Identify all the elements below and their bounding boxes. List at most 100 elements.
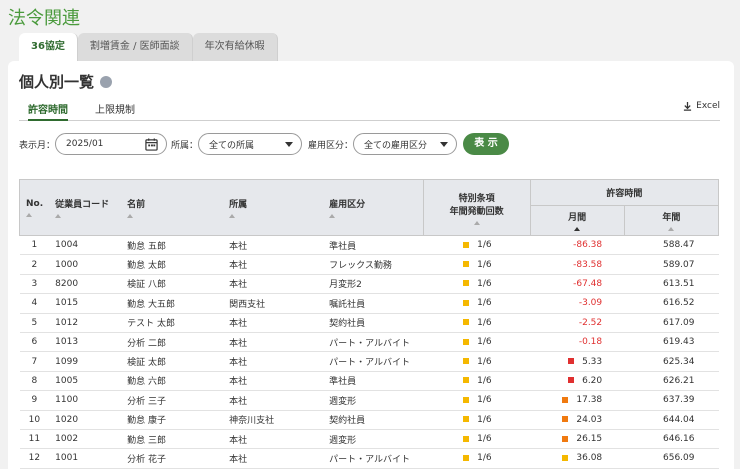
cell-dept: 本社 — [223, 351, 324, 372]
dept-select[interactable]: 全ての所属 — [198, 133, 303, 155]
red-flag-icon — [568, 358, 575, 365]
cell-monthly: -2.52 — [530, 313, 625, 333]
cell-yearly: 625.34 — [624, 351, 719, 372]
cell-monthly: 24.03 — [530, 410, 625, 430]
cell-emptype: パート・アルバイト — [323, 332, 424, 353]
yellow-flag-icon — [463, 261, 470, 268]
calendar-icon[interactable] — [145, 137, 158, 151]
cell-code: 1100 — [49, 390, 122, 411]
cell-emptype: パート・アルバイト — [323, 351, 424, 372]
cell-dept: 本社 — [223, 313, 324, 333]
yellow-flag-icon — [463, 454, 470, 461]
emptype-value: 全ての雇用区分 — [364, 140, 428, 151]
excel-export-button[interactable]: Excel — [683, 101, 720, 111]
yellow-flag-icon — [463, 358, 470, 365]
table-row[interactable]: 6 1013 分析 二郎 本社 パート・アルバイト 1/6 -0.18 619.43 — [19, 332, 719, 353]
cell-code: 1005 — [49, 371, 122, 392]
emptype-label: 雇用区分： — [308, 140, 354, 151]
cell-yearly: 619.43 — [624, 332, 719, 353]
cell-yearly: 589.07 — [624, 254, 719, 275]
yellow-flag-icon — [562, 454, 569, 461]
cell-name: 分析 三子 — [121, 390, 224, 411]
table-row[interactable]: 4 1015 勤怠 大五郎 関西支社 嘱託社員 1/6 -3.09 616.52 — [19, 293, 719, 314]
cell-dept: 神奈川支社 — [223, 410, 324, 430]
tab-overtime-pay[interactable]: 割増賃金 / 医師面談 — [77, 33, 193, 61]
table-row[interactable]: 10 1020 勤怠 康子 神奈川支社 契約社員 1/6 24.03 644.04 — [19, 410, 719, 430]
excel-label: Excel — [696, 101, 720, 111]
col-monthly[interactable]: 月間 — [529, 205, 625, 236]
month-field[interactable]: 2025/01 — [55, 133, 168, 155]
month-label: 表示月： — [19, 140, 56, 151]
cell-emptype: 週変形 — [323, 429, 424, 450]
info-icon[interactable] — [100, 75, 113, 88]
cell-name: 勤怠 大五郎 — [121, 293, 224, 314]
table-row[interactable]: 12 1001 分析 花子 本社 パート・アルバイト 1/6 36.08 656.09 — [19, 448, 719, 469]
cell-emptype: 準社員 — [323, 371, 424, 392]
cell-no: 5 — [19, 313, 50, 333]
main-card: 個人別一覧 許容時間 上限規制 Excel 表示月： 2025/01 所属： 全… — [8, 61, 734, 469]
cell-dept: 関西支社 — [223, 293, 324, 314]
cell-emptype: 嘱託社員 — [323, 293, 424, 314]
table-row[interactable]: 7 1099 検証 太郎 本社 パート・アルバイト 1/6 5.33 625.34 — [19, 351, 719, 372]
cell-count: 1/6 — [423, 254, 531, 275]
orange-flag-icon — [562, 416, 569, 423]
cell-monthly: -0.18 — [530, 332, 625, 353]
col-name[interactable]: 名前 — [121, 179, 224, 236]
cell-monthly: 36.08 — [530, 448, 625, 469]
cell-name: 分析 花子 — [121, 448, 224, 469]
cell-no: 11 — [19, 429, 50, 450]
table-row[interactable]: 1 1004 勤怠 五郎 本社 準社員 1/6 -86.38 588.47 — [19, 235, 719, 256]
page-title: 個人別一覧 — [19, 71, 113, 92]
col-special[interactable]: 特別条項 年間発動回数 — [422, 179, 531, 236]
cell-dept: 本社 — [223, 371, 324, 392]
cell-no: 6 — [19, 332, 50, 353]
red-flag-icon — [568, 377, 575, 384]
dept-value: 全ての所属 — [209, 140, 255, 151]
cell-count: 1/6 — [423, 448, 531, 469]
cell-yearly: 656.09 — [624, 448, 719, 469]
table-row[interactable]: 5 1012 テスト 太郎 本社 契約社員 1/6 -2.52 617.09 — [19, 313, 719, 333]
cell-no: 12 — [19, 448, 50, 469]
orange-flag-icon — [562, 435, 569, 442]
show-button[interactable]: 表 示 — [463, 133, 510, 155]
cell-name: 検証 八郎 — [121, 274, 224, 295]
table-row[interactable]: 9 1100 分析 三子 本社 週変形 1/6 17.38 637.39 — [19, 390, 719, 411]
col-no[interactable]: No. — [19, 179, 50, 236]
cell-dept: 本社 — [223, 254, 324, 275]
cell-count: 1/6 — [423, 390, 531, 411]
cell-no: 10 — [19, 410, 50, 430]
col-dept[interactable]: 所属 — [223, 179, 324, 236]
tab-paid-leave[interactable]: 年次有給休暇 — [192, 33, 278, 61]
app-title: 法令関連 — [8, 8, 80, 29]
cell-yearly: 626.21 — [624, 371, 719, 392]
page-title-text: 個人別一覧 — [19, 73, 95, 91]
emptype-select[interactable]: 全ての雇用区分 — [353, 133, 458, 155]
cell-no: 9 — [19, 390, 50, 411]
table-row[interactable]: 8 1005 勤怠 六郎 本社 準社員 1/6 6.20 626.21 — [19, 371, 719, 392]
cell-dept: 本社 — [223, 332, 324, 353]
cell-count: 1/6 — [423, 313, 531, 333]
cell-emptype: 月変形2 — [323, 274, 424, 295]
cell-count: 1/6 — [423, 351, 531, 372]
cell-yearly: 613.51 — [624, 274, 719, 295]
yellow-flag-icon — [463, 280, 470, 287]
cell-code: 1002 — [49, 429, 122, 450]
cell-monthly: 17.38 — [530, 390, 625, 411]
table-row[interactable]: 11 1002 勤怠 三郎 本社 週変形 1/6 26.15 646.16 — [19, 429, 719, 450]
yellow-flag-icon — [463, 319, 470, 326]
table-row[interactable]: 2 1000 勤怠 太郎 本社 フレックス勤務 1/6 -83.58 589.07 — [19, 254, 719, 275]
cell-dept: 本社 — [223, 429, 324, 450]
col-yearly[interactable]: 年間 — [623, 205, 720, 236]
cell-dept: 本社 — [223, 390, 324, 411]
table-row[interactable]: 3 8200 検証 八郎 本社 月変形2 1/6 -67.48 613.51 — [19, 274, 719, 295]
cell-no: 3 — [19, 274, 50, 295]
tab-36-agreement[interactable]: 36協定 — [19, 33, 78, 61]
subtab-upper-limit[interactable]: 上限規制 — [95, 101, 135, 116]
col-code[interactable]: 従業員コード — [49, 179, 122, 236]
chevron-down-icon — [440, 141, 449, 147]
subtab-allowed-hours[interactable]: 許容時間 — [28, 101, 68, 121]
cell-emptype: 契約社員 — [323, 313, 424, 333]
cell-dept: 本社 — [223, 235, 324, 256]
col-emptype[interactable]: 雇用区分 — [323, 179, 424, 236]
cell-code: 1020 — [49, 410, 122, 430]
